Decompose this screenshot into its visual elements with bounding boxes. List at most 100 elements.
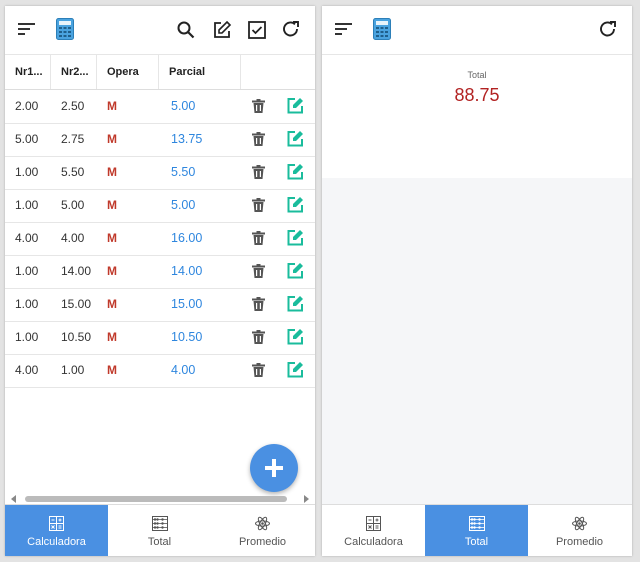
nav-item-total[interactable]: Total [425, 505, 528, 556]
nav-item-calculadora[interactable]: Calculadora [5, 505, 108, 556]
table-row[interactable]: 1.00 5.50 M 5.50 [5, 156, 315, 190]
total-screen: Total 88.75 Calculadora Total Promedio [322, 6, 632, 556]
nav-item-promedio[interactable]: Promedio [528, 505, 631, 556]
cell-operation: M [107, 198, 117, 212]
cell-parcial: 16.00 [171, 231, 203, 245]
edit-icon[interactable] [287, 229, 304, 249]
sort-menu-icon[interactable] [334, 21, 354, 37]
header-parcial[interactable]: Parcial [159, 55, 241, 89]
table-row[interactable]: 1.00 15.00 M 15.00 [5, 288, 315, 322]
edit-icon[interactable] [287, 196, 304, 216]
delete-icon[interactable] [252, 264, 265, 281]
cell-operation: M [107, 132, 117, 146]
edit-icon[interactable] [287, 130, 304, 150]
table-row[interactable]: 1.00 14.00 M 14.00 [5, 255, 315, 289]
delete-icon[interactable] [252, 99, 265, 116]
header-nr1[interactable]: Nr1... [5, 55, 51, 89]
edit-icon[interactable] [287, 163, 304, 183]
cell-nr1: 1.00 [15, 330, 39, 344]
plus-icon [265, 459, 283, 477]
delete-icon[interactable] [252, 132, 265, 149]
cell-nr2: 5.50 [61, 165, 85, 179]
edit-icon[interactable] [287, 262, 304, 282]
content-background [322, 178, 632, 504]
cell-nr1: 1.00 [15, 264, 39, 278]
nav-item-promedio[interactable]: Promedio [211, 505, 314, 556]
cell-operation: M [107, 363, 117, 377]
cell-nr1: 5.00 [15, 132, 39, 146]
cell-parcial: 15.00 [171, 297, 203, 311]
cell-nr1: 1.00 [15, 198, 39, 212]
cell-nr2: 10.50 [61, 330, 92, 344]
bottom-navigation: Calculadora Total Promedio [322, 504, 632, 556]
bottom-navigation: Calculadora Total Promedio [5, 504, 315, 556]
cell-nr2: 1.00 [61, 363, 85, 377]
edit-icon[interactable] [287, 295, 304, 315]
edit-icon[interactable] [287, 328, 304, 348]
cell-parcial: 4.00 [171, 363, 196, 377]
delete-icon[interactable] [252, 198, 265, 215]
edit-icon[interactable] [287, 97, 304, 117]
nav-item-calculadora[interactable]: Calculadora [322, 505, 425, 556]
cell-nr1: 2.00 [15, 99, 39, 113]
cell-nr2: 2.50 [61, 99, 85, 113]
cell-nr2: 5.00 [61, 198, 85, 212]
calculator-app-icon [56, 18, 74, 40]
table-row[interactable]: 4.00 1.00 M 4.00 [5, 354, 315, 388]
top-app-bar [5, 6, 315, 55]
table-row[interactable]: 2.00 2.50 M 5.00 [5, 90, 315, 124]
nav-label: Total [464, 536, 489, 548]
refresh-icon[interactable] [598, 20, 618, 40]
cell-operation: M [107, 264, 117, 278]
calculator-screen: Nr1... Nr2... Opera Parcial 2.00 2.50 M 5.0… [5, 6, 315, 556]
cell-operation: M [107, 165, 117, 179]
cell-parcial: 14.00 [171, 264, 203, 278]
delete-icon[interactable] [252, 330, 265, 347]
abacus-icon [152, 516, 168, 534]
delete-icon[interactable] [252, 165, 265, 182]
atom-icon [572, 516, 587, 534]
nav-label: Promedio [555, 536, 604, 548]
cell-parcial: 13.75 [171, 132, 203, 146]
calculator-app-icon [373, 18, 391, 40]
header-nr2[interactable]: Nr2... [51, 55, 97, 89]
total-card: Total 88.75 [322, 55, 632, 178]
sort-menu-icon[interactable] [17, 21, 37, 37]
scroll-left-arrow[interactable] [11, 495, 16, 503]
delete-icon[interactable] [252, 297, 265, 314]
cell-operation: M [107, 330, 117, 344]
cell-parcial: 5.50 [171, 165, 196, 179]
edit-note-icon[interactable] [212, 20, 232, 40]
table-header: Nr1... Nr2... Opera Parcial [5, 55, 315, 90]
cell-nr2: 2.75 [61, 132, 85, 146]
cell-nr1: 4.00 [15, 363, 39, 377]
scroll-thumb[interactable] [25, 496, 287, 502]
table-row[interactable]: 5.00 2.75 M 13.75 [5, 123, 315, 157]
cell-operation: M [107, 231, 117, 245]
refresh-icon[interactable] [281, 20, 301, 40]
delete-icon[interactable] [252, 363, 265, 380]
header-operation[interactable]: Opera [97, 55, 159, 89]
cell-parcial: 5.00 [171, 198, 196, 212]
cell-operation: M [107, 297, 117, 311]
nav-label: Calculadora [344, 536, 403, 548]
nav-item-total[interactable]: Total [108, 505, 211, 556]
cell-parcial: 10.50 [171, 330, 203, 344]
search-icon[interactable] [177, 21, 195, 39]
calculator-icon [366, 516, 381, 534]
checkbox-icon[interactable] [248, 21, 266, 39]
cell-nr1: 1.00 [15, 297, 39, 311]
delete-icon[interactable] [252, 231, 265, 248]
nav-label: Total [147, 536, 172, 548]
cell-nr2: 4.00 [61, 231, 85, 245]
cell-nr1: 4.00 [15, 231, 39, 245]
abacus-icon [469, 516, 485, 534]
add-button[interactable] [250, 444, 298, 492]
table-row[interactable]: 4.00 4.00 M 16.00 [5, 222, 315, 256]
table-row[interactable]: 1.00 5.00 M 5.00 [5, 189, 315, 223]
horizontal-scrollbar[interactable] [11, 494, 309, 504]
scroll-right-arrow[interactable] [304, 495, 309, 503]
edit-icon[interactable] [287, 361, 304, 381]
nav-label: Calculadora [27, 536, 86, 548]
table-row[interactable]: 1.00 10.50 M 10.50 [5, 321, 315, 355]
